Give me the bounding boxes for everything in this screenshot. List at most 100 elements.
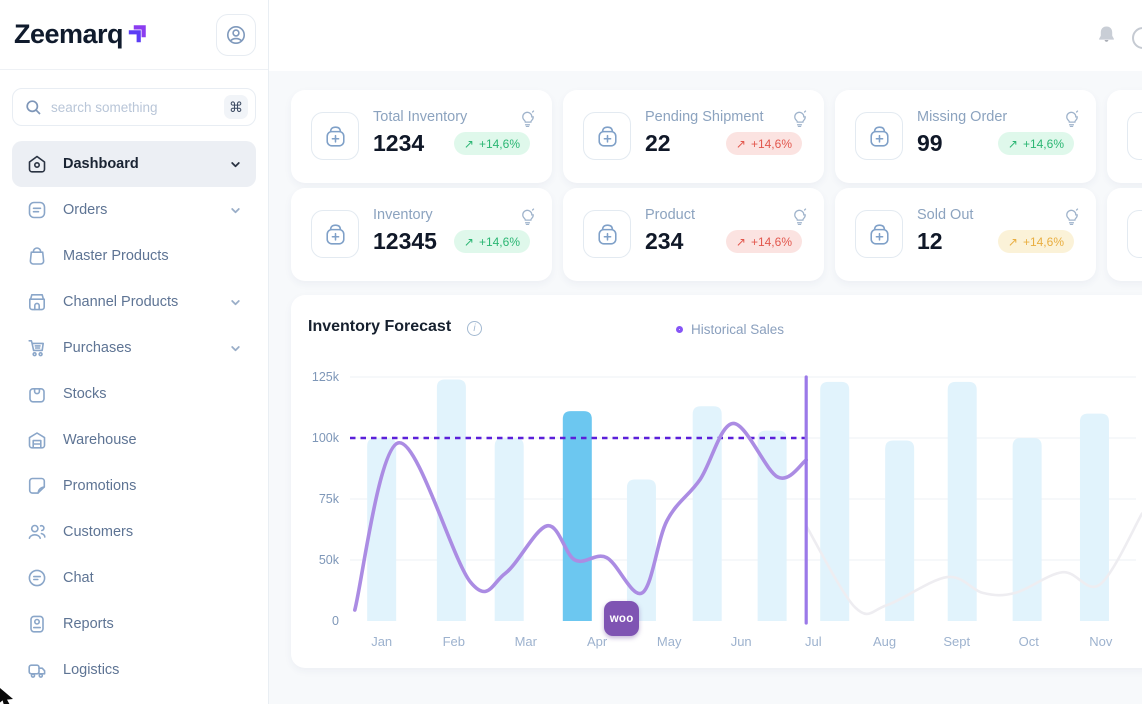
notifications-button[interactable] xyxy=(1097,25,1116,49)
cart-icon xyxy=(26,337,48,359)
trend-change: +14,6% xyxy=(1023,137,1064,151)
bar[interactable] xyxy=(495,438,524,621)
sidebar-item-label: Warehouse xyxy=(63,432,137,448)
sidebar-item-orders[interactable]: Orders xyxy=(12,187,256,233)
x-tick-label: Mar xyxy=(515,634,538,649)
stat-card-missing-order[interactable]: Missing Order99 ↗+14,6% xyxy=(835,90,1096,183)
stat-card-value: 12345 xyxy=(373,228,437,255)
lightbulb-icon xyxy=(792,208,807,225)
bag-plus-icon xyxy=(593,123,622,150)
sidebar-item-label: Promotions xyxy=(63,478,136,494)
stat-card-icon xyxy=(855,112,903,160)
avatar-partial[interactable] xyxy=(1132,27,1142,49)
y-tick-label: 125k xyxy=(312,370,340,384)
warehouse-icon xyxy=(26,429,48,451)
y-tick-label: 50k xyxy=(319,553,340,567)
trend-badge: ↗+14,6% xyxy=(454,132,530,155)
stat-card-pending-shipment[interactable]: Pending Shipment22 ↗+14,6% xyxy=(563,90,824,183)
mouse-cursor xyxy=(0,686,16,704)
trend-badge: ↗ +14,6% xyxy=(726,132,802,155)
stat-card-title: Total Inventory xyxy=(373,109,467,125)
stat-card-title: Product xyxy=(645,207,695,223)
stat-card-sold-out[interactable]: Sold Out12 ↗+14,6% xyxy=(835,188,1096,281)
sidebar-item-chat[interactable]: Chat xyxy=(12,555,256,601)
sidebar-item-logistics[interactable]: Logistics xyxy=(12,647,256,693)
lightbulb-icon xyxy=(520,110,535,127)
stat-card-product[interactable]: Product234 ↗+14,6% xyxy=(563,188,824,281)
stat-card-icon xyxy=(1127,112,1142,160)
sidebar-item-customers[interactable]: Customers xyxy=(12,509,256,555)
stat-card-title: Inventory xyxy=(373,207,433,223)
lightbulb-icon xyxy=(1064,110,1079,127)
x-tick-label: Apr xyxy=(587,634,608,649)
sidebar-nav: Dashboard Orders Master Products Channel Pr… xyxy=(12,141,256,693)
trend-arrow-icon: ↗ xyxy=(736,235,746,249)
bag-plus-icon xyxy=(321,123,350,150)
sidebar-header: Zeemarq xyxy=(0,0,268,70)
search-box[interactable]: ⌘ xyxy=(12,88,256,126)
chevron-down-icon xyxy=(229,204,242,217)
sidebar-item-label: Dashboard xyxy=(63,156,139,172)
stat-card-value: 12 xyxy=(917,228,943,255)
stat-card-title: Pending Shipment xyxy=(645,109,764,125)
stat-card-icon xyxy=(311,112,359,160)
promo-tag-icon xyxy=(26,475,48,497)
sidebar-item-reports[interactable]: Reports xyxy=(12,601,256,647)
stat-card-value: 234 xyxy=(645,228,683,255)
x-tick-label: Aug xyxy=(873,634,896,649)
sidebar-item-purchases[interactable]: Purchases xyxy=(12,325,256,371)
inventory-forecast-plot: 125k100k75k50k0JanFebMarAprMayJunJulAugS… xyxy=(291,295,1142,668)
trend-change: +14,6% xyxy=(1023,235,1064,249)
sidebar-item-channel-products[interactable]: Channel Products xyxy=(12,279,256,325)
x-tick-label: Oct xyxy=(1019,634,1040,649)
chevron-down-icon xyxy=(229,296,242,309)
bar[interactable] xyxy=(437,379,466,621)
sidebar-item-label: Chat xyxy=(63,570,94,586)
chevron-down-icon xyxy=(229,158,242,171)
stat-card-total-inventory[interactable]: Total Inventory1234 ↗+14,6% xyxy=(291,90,552,183)
trend-badge: ↗ +14,6% xyxy=(998,132,1074,155)
stat-card-icon xyxy=(1127,210,1142,258)
sidebar-item-label: Purchases xyxy=(63,340,132,356)
logo-arrow-up-right-icon xyxy=(125,19,151,45)
trend-arrow-icon: ↗ xyxy=(736,137,746,151)
sidebar-item-promotions[interactable]: Promotions xyxy=(12,463,256,509)
trend-badge: ↗ +14,6% xyxy=(998,230,1074,253)
sidebar-item-warehouse[interactable]: Warehouse xyxy=(12,417,256,463)
trend-arrow-icon: ↗ xyxy=(1008,235,1018,249)
trend-arrow-icon: ↗ xyxy=(1008,137,1018,151)
sidebar-item-master-products[interactable]: Master Products xyxy=(12,233,256,279)
sidebar-item-dashboard[interactable]: Dashboard xyxy=(12,141,256,187)
bar[interactable] xyxy=(563,411,592,621)
stat-card-icon xyxy=(311,210,359,258)
brand-logo: Zeemarq xyxy=(14,19,151,50)
bag-plus-icon xyxy=(321,221,350,248)
x-tick-label: Nov xyxy=(1089,634,1113,649)
storefront-icon xyxy=(26,291,48,313)
topbar xyxy=(269,0,1142,71)
bar[interactable] xyxy=(820,382,849,621)
lightbulb-icon xyxy=(1064,208,1079,225)
search-icon xyxy=(25,99,42,116)
x-tick-label: May xyxy=(657,634,682,649)
trend-change: +14,6% xyxy=(751,137,792,151)
bar[interactable] xyxy=(627,479,656,621)
stat-card-partial xyxy=(1107,90,1142,183)
trend-change: +14,6% xyxy=(479,137,520,151)
search-input[interactable] xyxy=(51,100,215,115)
sidebar-item-label: Master Products xyxy=(63,248,169,264)
bar[interactable] xyxy=(948,382,977,621)
bag-plus-icon xyxy=(1137,123,1142,150)
lightbulb-icon xyxy=(792,110,807,127)
trend-change: +14,6% xyxy=(479,235,520,249)
sidebar-item-label: Stocks xyxy=(63,386,107,402)
bar[interactable] xyxy=(1080,414,1109,621)
bell-icon xyxy=(1097,25,1116,46)
sidebar-item-stocks[interactable]: Stocks xyxy=(12,371,256,417)
stat-card-inventory[interactable]: Inventory12345 ↗+14,6% xyxy=(291,188,552,281)
stat-card-icon xyxy=(583,210,631,258)
woocommerce-badge[interactable]: woo xyxy=(604,601,639,636)
orders-icon xyxy=(26,199,48,221)
bag-plus-icon xyxy=(865,123,894,150)
profile-button[interactable] xyxy=(216,14,256,56)
